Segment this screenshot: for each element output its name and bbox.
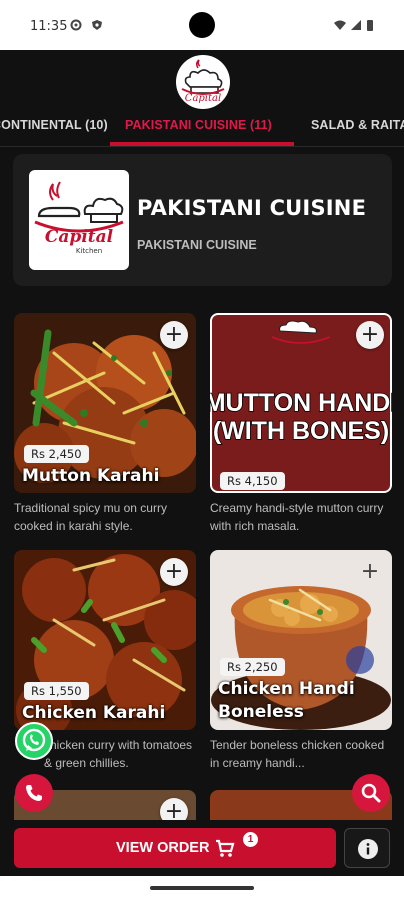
- camera-cutout: [189, 12, 215, 38]
- menu-item-card[interactable]: MUTTON HANDI (WITH BONES) + Rs 4,150 Cre…: [210, 313, 392, 543]
- shield-status-icon: [92, 20, 102, 30]
- category-header-card: Capital Kitchen PAKISTANI CUISINE PAKIST…: [13, 154, 392, 286]
- phone-icon: [26, 785, 42, 801]
- menu-item-card[interactable]: + Rs 2,450 Mutton Karahi Traditional spi…: [14, 313, 196, 543]
- signal-icon: [351, 20, 361, 30]
- tab-continental[interactable]: CONTINENTAL (10): [0, 118, 108, 132]
- bottom-action-bar: VIEW ORDER 1: [0, 820, 404, 876]
- item-price: Rs 2,450: [24, 445, 89, 463]
- item-description: Tender boneless chicken cooked in creamy…: [210, 738, 385, 770]
- capital-kitchen-logo-icon: Capital Kitchen: [34, 181, 124, 255]
- add-item-button[interactable]: +: [160, 321, 188, 349]
- status-bar: 11:35: [0, 0, 404, 50]
- item-title: Chicken Handi Boneless: [218, 679, 355, 722]
- category-title: PAKISTANI CUISINE: [137, 196, 367, 220]
- system-nav-bar: [0, 876, 404, 900]
- tabs-divider: [0, 146, 404, 147]
- add-item-button[interactable]: +: [356, 321, 384, 349]
- item-price: Rs 2,250: [220, 658, 285, 676]
- tab-salad-raita[interactable]: SALAD & RAITA: [311, 118, 404, 132]
- item-description: chicken curry with tomatoes & green chil…: [44, 738, 193, 770]
- settings-status-icon: [70, 19, 82, 31]
- item-title: Mutton Karahi: [22, 466, 160, 486]
- menu-item-card[interactable]: + Rs 2,250 Chicken Handi Boneless Tender…: [210, 550, 392, 776]
- brand-logo[interactable]: Capital: [176, 55, 230, 109]
- info-button[interactable]: [344, 828, 390, 868]
- add-item-button[interactable]: +: [356, 558, 384, 586]
- whatsapp-icon: [22, 728, 46, 752]
- item-title: Chicken Karahi: [22, 703, 166, 723]
- svg-text:Capital: Capital: [185, 93, 221, 104]
- wifi-icon: [334, 20, 346, 30]
- chef-hat-logo-icon: Capital: [181, 59, 225, 104]
- home-gesture-handle[interactable]: [150, 886, 254, 890]
- view-order-button[interactable]: VIEW ORDER 1: [14, 828, 336, 868]
- call-button[interactable]: [15, 774, 53, 812]
- view-order-label: VIEW ORDER: [116, 840, 210, 856]
- svg-text:MUTTON HANDI: MUTTON HANDI: [210, 389, 392, 417]
- app-screen: Capital CONTINENTAL (10) PAKISTANI CUISI…: [0, 50, 404, 876]
- tab-pakistani-cuisine[interactable]: PAKISTANI CUISINE (11): [125, 118, 272, 132]
- battery-icon: [367, 20, 373, 31]
- item-price: Rs 1,550: [24, 682, 89, 700]
- cart-icon: [216, 839, 235, 857]
- category-tabs: CONTINENTAL (10) PAKISTANI CUISINE (11) …: [0, 112, 404, 142]
- add-item-button[interactable]: +: [160, 558, 188, 586]
- info-icon: [358, 839, 378, 859]
- svg-text:Capital: Capital: [45, 227, 114, 247]
- cart-count-badge: 1: [243, 832, 258, 847]
- search-icon: [361, 783, 381, 803]
- item-price: Rs 4,150: [220, 472, 285, 490]
- category-subtitle: PAKISTANI CUISINE: [137, 238, 257, 252]
- item-description: Creamy handi-style mutton curry with ric…: [210, 501, 384, 533]
- svg-text:Kitchen: Kitchen: [76, 247, 102, 255]
- status-time: 11:35: [30, 19, 68, 34]
- svg-text:(WITH BONES): (WITH BONES): [213, 417, 389, 445]
- category-logo: Capital Kitchen: [29, 170, 129, 270]
- item-description: Traditional spicy mu on curry cooked in …: [14, 501, 167, 533]
- search-button[interactable]: [352, 774, 390, 812]
- whatsapp-button[interactable]: [15, 722, 53, 760]
